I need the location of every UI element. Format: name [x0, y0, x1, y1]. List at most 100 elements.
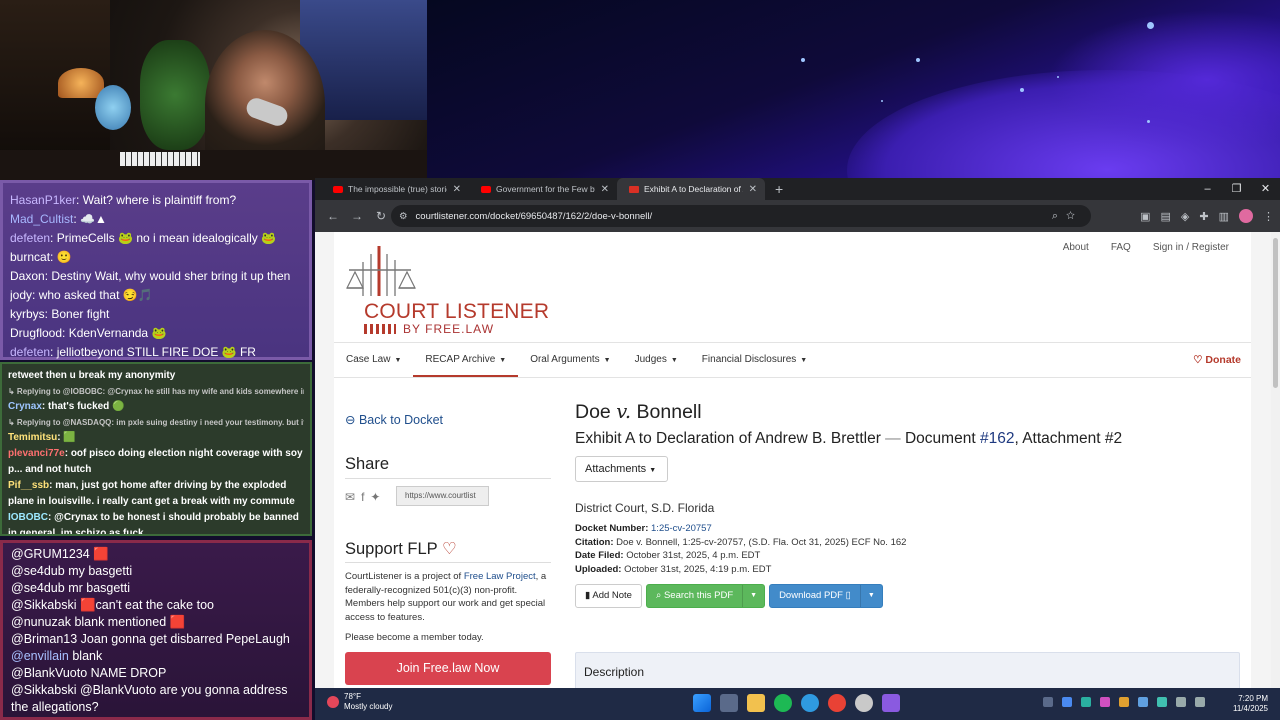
tray-app-icon[interactable]	[1157, 697, 1167, 707]
nav-judges[interactable]: Judges ▼	[623, 343, 690, 377]
address-bar[interactable]: ⚙ courtlistener.com/docket/69650487/162/…	[391, 205, 1091, 227]
folder-icon[interactable]: ▣	[1140, 210, 1150, 223]
back-to-docket-link[interactable]: ⊖ Back to Docket	[345, 412, 443, 427]
divider	[345, 562, 551, 563]
star	[1147, 120, 1150, 123]
reload-icon[interactable]: ↻	[369, 209, 393, 223]
browser-tab[interactable]: The impossible (true) stories be... ✕	[321, 178, 469, 200]
nav-recap-archive[interactable]: RECAP Archive ▼	[413, 343, 519, 377]
exhibit-separator: —	[885, 430, 901, 447]
trash-icon[interactable]: ▤	[1161, 210, 1171, 223]
tray-app-icon[interactable]	[1138, 697, 1148, 707]
chat-panel-main: HasanP1ker: Wait? where is plaintiff fro…	[0, 180, 312, 360]
nav-case-law[interactable]: Case Law ▼	[334, 343, 413, 377]
caret-down-icon[interactable]: ▼	[859, 585, 882, 607]
taskbar-clock[interactable]: 7:20 PM 11/4/2025	[1233, 694, 1268, 714]
close-window-icon[interactable]: ✕	[1251, 178, 1280, 200]
top-links: About FAQ Sign in / Register	[1063, 242, 1229, 253]
docket-number-link[interactable]: 1:25-cv-20757	[651, 523, 712, 534]
courtlistener-logo[interactable]: COURT LISTENER BY FREE.LAW	[345, 242, 565, 338]
zoom-icon[interactable]: ⌕	[1052, 210, 1066, 222]
scrollbar-thumb[interactable]	[1273, 238, 1278, 388]
chat-message: @Sikkabski 🟥can't eat the cake too	[11, 598, 214, 612]
new-tab-icon[interactable]: +	[765, 178, 793, 200]
free-law-project-link[interactable]: Free Law Project	[464, 571, 536, 582]
email-icon[interactable]: ✉	[345, 490, 355, 504]
scales-logo-icon	[346, 246, 416, 296]
task-view-icon[interactable]	[720, 694, 738, 712]
attachments-dropdown[interactable]: Attachments ▼	[575, 456, 668, 482]
tab-title: Exhibit A to Declaration of And...	[644, 184, 743, 194]
close-icon[interactable]: ✕	[453, 184, 461, 195]
heart-icon: ♡	[1193, 354, 1203, 366]
windows-start-icon[interactable]	[693, 694, 711, 712]
chat-message: defeten: jelliotbeyond STILL FIRE DOE 🐸 …	[10, 345, 256, 359]
minimize-icon[interactable]: –	[1193, 178, 1222, 200]
webcam-plant	[140, 40, 210, 150]
browser-window: The impossible (true) stories be... ✕ Go…	[315, 178, 1280, 688]
caret-down-icon: ▼	[394, 357, 402, 364]
extension-icon[interactable]: ◈	[1181, 210, 1189, 223]
nav-label: Oral Arguments	[530, 354, 600, 365]
browser-tab-active[interactable]: Exhibit A to Declaration of And... ✕	[617, 178, 765, 200]
forward-arrow-icon[interactable]: →	[345, 209, 369, 223]
wifi-icon[interactable]	[1176, 697, 1186, 707]
clock-time: 7:20 PM	[1238, 694, 1268, 703]
divider	[345, 478, 551, 479]
bluesky-icon[interactable]: ✦	[370, 490, 380, 504]
faq-link[interactable]: FAQ	[1111, 242, 1131, 253]
tray-app-icon[interactable]	[1062, 697, 1072, 707]
spotify-icon[interactable]	[774, 694, 792, 712]
windows-taskbar: 78°F Mostly cloudy 7:20 PM 11/4/2025	[315, 688, 1280, 720]
tray-app-icon[interactable]	[1081, 697, 1091, 707]
file-explorer-icon[interactable]	[747, 694, 765, 712]
taskbar-apps	[693, 694, 900, 712]
bookmark-star-icon[interactable]: ☆	[1066, 210, 1083, 222]
star	[881, 100, 883, 102]
weather-temp: 78°F	[344, 692, 361, 701]
tray-app-icon[interactable]	[1100, 697, 1110, 707]
page-scrollbar[interactable]	[1271, 232, 1280, 688]
tray-chevron-icon[interactable]	[1043, 697, 1053, 707]
date-filed-value: October 31st, 2025, 4 p.m. EDT	[626, 550, 761, 561]
chat-message: Pif__ssb: man, just got home after drivi…	[8, 480, 295, 507]
close-icon[interactable]: ✕	[601, 184, 609, 195]
facebook-icon[interactable]: f	[361, 490, 364, 504]
profile-avatar[interactable]	[1239, 209, 1253, 223]
caret-down-icon[interactable]: ▼	[742, 585, 764, 607]
site-info-icon[interactable]: ⚙	[399, 211, 408, 222]
app-icon[interactable]	[855, 694, 873, 712]
tab-title: Government for the Few by the ...	[496, 184, 595, 194]
browser-tab[interactable]: Government for the Few by the ... ✕	[469, 178, 617, 200]
sign-in-link[interactable]: Sign in / Register	[1153, 242, 1229, 253]
volume-icon[interactable]	[1195, 697, 1205, 707]
document-number-link[interactable]: #162	[980, 430, 1014, 447]
join-button[interactable]: Join Free.law Now	[345, 652, 551, 685]
tray-app-icon[interactable]	[1119, 697, 1129, 707]
maximize-icon[interactable]: ❐	[1222, 178, 1251, 200]
file-pdf-icon: ▯	[845, 590, 851, 601]
back-arrow-icon[interactable]: ←	[321, 209, 345, 223]
nav-financial-disclosures[interactable]: Financial Disclosures ▼	[690, 343, 819, 377]
share-url-field[interactable]: https://www.courtlist	[396, 486, 489, 506]
about-link[interactable]: About	[1063, 242, 1089, 253]
edge-icon[interactable]	[801, 694, 819, 712]
download-pdf-main[interactable]: Download PDF ▯	[770, 585, 860, 607]
chat-message: @Sikkabski @BlankVuoto are you gonna add…	[11, 683, 288, 714]
close-icon[interactable]: ✕	[749, 184, 757, 195]
weather-widget[interactable]: 78°F Mostly cloudy	[327, 692, 392, 712]
download-pdf-button[interactable]: Download PDF ▯ ▼	[769, 584, 883, 608]
obs-icon[interactable]	[882, 694, 900, 712]
search-pdf-button[interactable]: ⌕ Search this PDF ▼	[645, 584, 766, 608]
chat-message: Mad_Cultist: ☁️▲	[10, 212, 107, 226]
add-note-button[interactable]: ▮ Add Note	[575, 584, 642, 608]
search-pdf-main[interactable]: ⌕ Search this PDF	[647, 585, 742, 607]
nav-oral-arguments[interactable]: Oral Arguments ▼	[518, 343, 622, 377]
chrome-icon[interactable]	[828, 694, 846, 712]
donate-link[interactable]: ♡ Donate	[1193, 343, 1241, 377]
menu-icon[interactable]: ⋮	[1263, 210, 1274, 223]
divider	[334, 377, 1251, 378]
puzzle-icon[interactable]: ✚	[1199, 210, 1208, 223]
stream-layout: HasanP1ker: Wait? where is plaintiff fro…	[0, 0, 1280, 720]
sidebar-icon[interactable]: ▥	[1219, 210, 1229, 223]
